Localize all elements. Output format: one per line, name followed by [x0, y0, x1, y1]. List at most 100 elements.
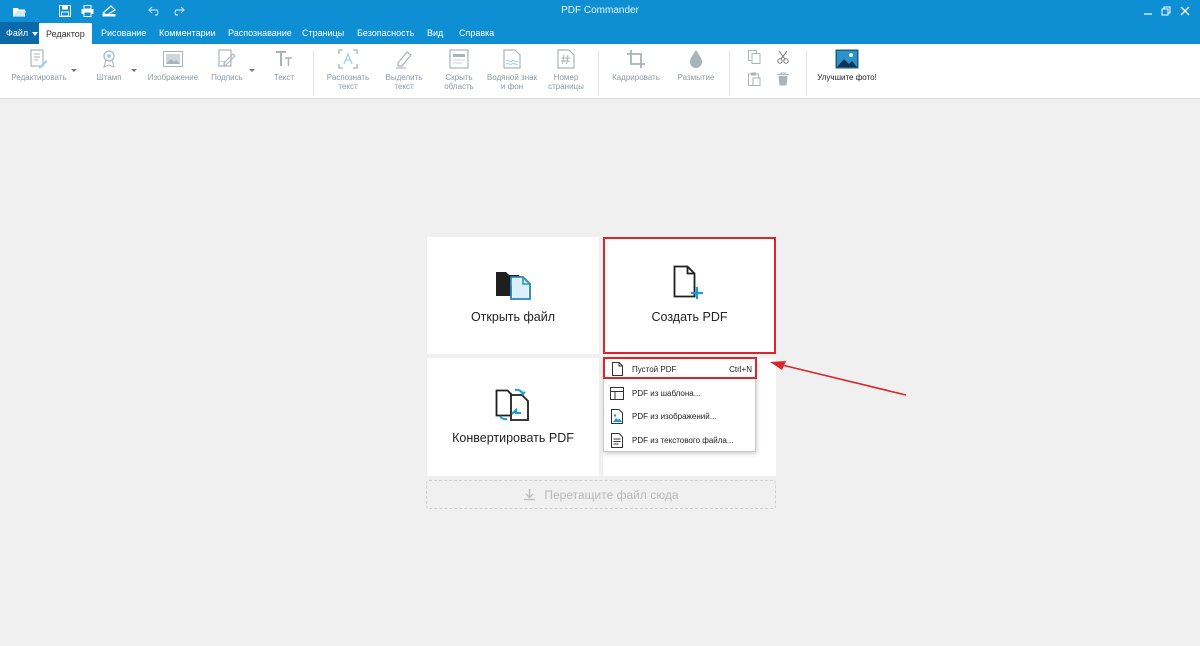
watermark-button[interactable]: Водяной знак и фон	[484, 48, 540, 91]
signature-dropdown-icon[interactable]	[249, 69, 255, 72]
crop-icon	[625, 48, 647, 70]
hide-area-line2: область	[444, 82, 474, 91]
photo-enhance-icon	[835, 48, 859, 70]
template-icon	[610, 385, 624, 401]
undo-icon[interactable]	[146, 3, 164, 19]
ribbon-toolbar: Редактировать Штамп Изображение Подпись …	[0, 44, 1200, 99]
tab-pages[interactable]: Страницы	[302, 22, 344, 44]
menu-item-from-images[interactable]: PDF из изображений...	[604, 406, 757, 426]
menu-tabs: Файл Редактор Рисование Комментарии Расп…	[0, 22, 1200, 44]
recognize-text-button[interactable]: Распознать текст	[324, 48, 372, 91]
menu-item-label: PDF из шаблона...	[632, 389, 701, 398]
ribbon-separator	[313, 50, 314, 96]
convert-pdf-label: Конвертировать PDF	[452, 431, 574, 445]
restore-icon[interactable]	[1158, 3, 1174, 19]
create-pdf-highlight	[603, 237, 776, 354]
convert-pdf-tile[interactable]: Конвертировать PDF	[427, 358, 599, 476]
watermark-line1: Водяной знак	[486, 73, 538, 82]
image-icon	[162, 48, 184, 70]
stamp-label: Штамп	[96, 73, 122, 82]
recognize-text-line2: текст	[338, 82, 358, 91]
page-number-button[interactable]: Номер страницы	[544, 48, 588, 91]
signature-label: Подпись	[211, 73, 243, 82]
text-icon	[273, 48, 295, 70]
menu-item-label: PDF из изображений...	[632, 412, 717, 421]
edit-label: Редактировать	[11, 73, 67, 82]
tab-editor[interactable]: Редактор	[39, 22, 92, 44]
improve-photo-button[interactable]: Улучшите фото!	[814, 48, 880, 82]
improve-photo-label: Улучшите фото!	[817, 73, 877, 82]
stamp-icon	[98, 48, 120, 70]
select-text-line2: текст	[394, 82, 414, 91]
save-icon[interactable]	[56, 3, 74, 19]
text-label: Текст	[273, 73, 295, 82]
edit-doc-icon	[28, 48, 50, 70]
chevron-down-icon	[32, 31, 39, 36]
open-folder-file-icon	[495, 266, 531, 305]
tab-drawing[interactable]: Рисование	[101, 22, 146, 44]
menu-item-template[interactable]: PDF из шаблона...	[604, 383, 757, 403]
highlighter-icon	[393, 48, 415, 70]
annotation-arrow	[770, 361, 907, 396]
tab-view[interactable]: Вид	[427, 22, 443, 44]
watermark-icon	[501, 48, 523, 70]
scissors-icon	[776, 50, 790, 64]
open-file-tile[interactable]: Открыть файл	[427, 237, 599, 354]
tab-help[interactable]: Справка	[459, 22, 494, 44]
select-text-button[interactable]: Выделить текст	[380, 48, 428, 91]
drop-zone-label: Перетащите файл сюда	[544, 487, 679, 502]
open-file-label: Открыть файл	[470, 310, 556, 324]
delete-button[interactable]	[775, 72, 791, 89]
drop-zone[interactable]: Перетащите файл сюда	[426, 480, 776, 509]
trash-icon	[776, 72, 790, 86]
copy-button[interactable]	[746, 50, 762, 67]
page-number-line1: Номер	[553, 73, 579, 82]
blur-button[interactable]: Размытие	[674, 48, 718, 82]
blur-label: Размытие	[677, 73, 715, 82]
print-icon[interactable]	[78, 3, 96, 19]
image-file-icon	[610, 408, 624, 424]
blank-pdf-highlight	[603, 357, 757, 379]
redo-icon[interactable]	[169, 3, 187, 19]
tab-file-label: Файл	[6, 28, 29, 38]
crop-label: Кадрировать	[612, 73, 660, 82]
ribbon-separator	[729, 50, 730, 96]
edit-dropdown-icon[interactable]	[71, 69, 77, 72]
text-button[interactable]: Текст	[271, 48, 297, 82]
signature-icon	[216, 48, 238, 70]
minimize-icon[interactable]	[1140, 3, 1156, 19]
download-icon	[524, 489, 536, 501]
page-number-icon	[555, 48, 577, 70]
image-button[interactable]: Изображение	[147, 48, 199, 82]
copy-icon	[747, 50, 761, 64]
edit-button[interactable]: Редактировать	[10, 48, 68, 82]
tab-security[interactable]: Безопасность	[357, 22, 414, 44]
ribbon-separator	[806, 50, 807, 96]
tab-recognition[interactable]: Распознавание	[228, 22, 292, 44]
hide-area-button[interactable]: Скрыть область	[436, 48, 482, 91]
menu-item-from-text[interactable]: PDF из текстового файла...	[604, 430, 757, 450]
title-bar: PDF Commander	[0, 0, 1200, 22]
select-text-line1: Выделить	[385, 73, 423, 82]
page-number-line2: страницы	[548, 82, 584, 91]
tab-comments[interactable]: Комментарии	[159, 22, 216, 44]
image-label: Изображение	[147, 73, 199, 82]
stamp-dropdown-icon[interactable]	[131, 69, 137, 72]
signature-button[interactable]: Подпись	[208, 48, 246, 82]
tab-file[interactable]: Файл	[0, 22, 45, 44]
close-icon[interactable]	[1177, 3, 1193, 19]
watermark-line2: и фон	[500, 82, 524, 91]
scan-icon[interactable]	[100, 3, 118, 19]
hide-area-line1: Скрыть	[445, 73, 473, 82]
text-file-icon	[610, 432, 624, 448]
stamp-button[interactable]: Штамп	[92, 48, 126, 82]
recognize-text-line1: Распознать	[326, 73, 370, 82]
crop-button[interactable]: Кадрировать	[609, 48, 663, 82]
paste-button[interactable]	[746, 72, 762, 89]
drop-icon	[685, 48, 707, 70]
cut-button[interactable]	[775, 50, 791, 67]
ribbon-separator	[598, 50, 599, 96]
menu-item-label: PDF из текстового файла...	[632, 436, 734, 445]
open-folder-icon[interactable]	[10, 3, 28, 19]
redact-icon	[448, 48, 470, 70]
